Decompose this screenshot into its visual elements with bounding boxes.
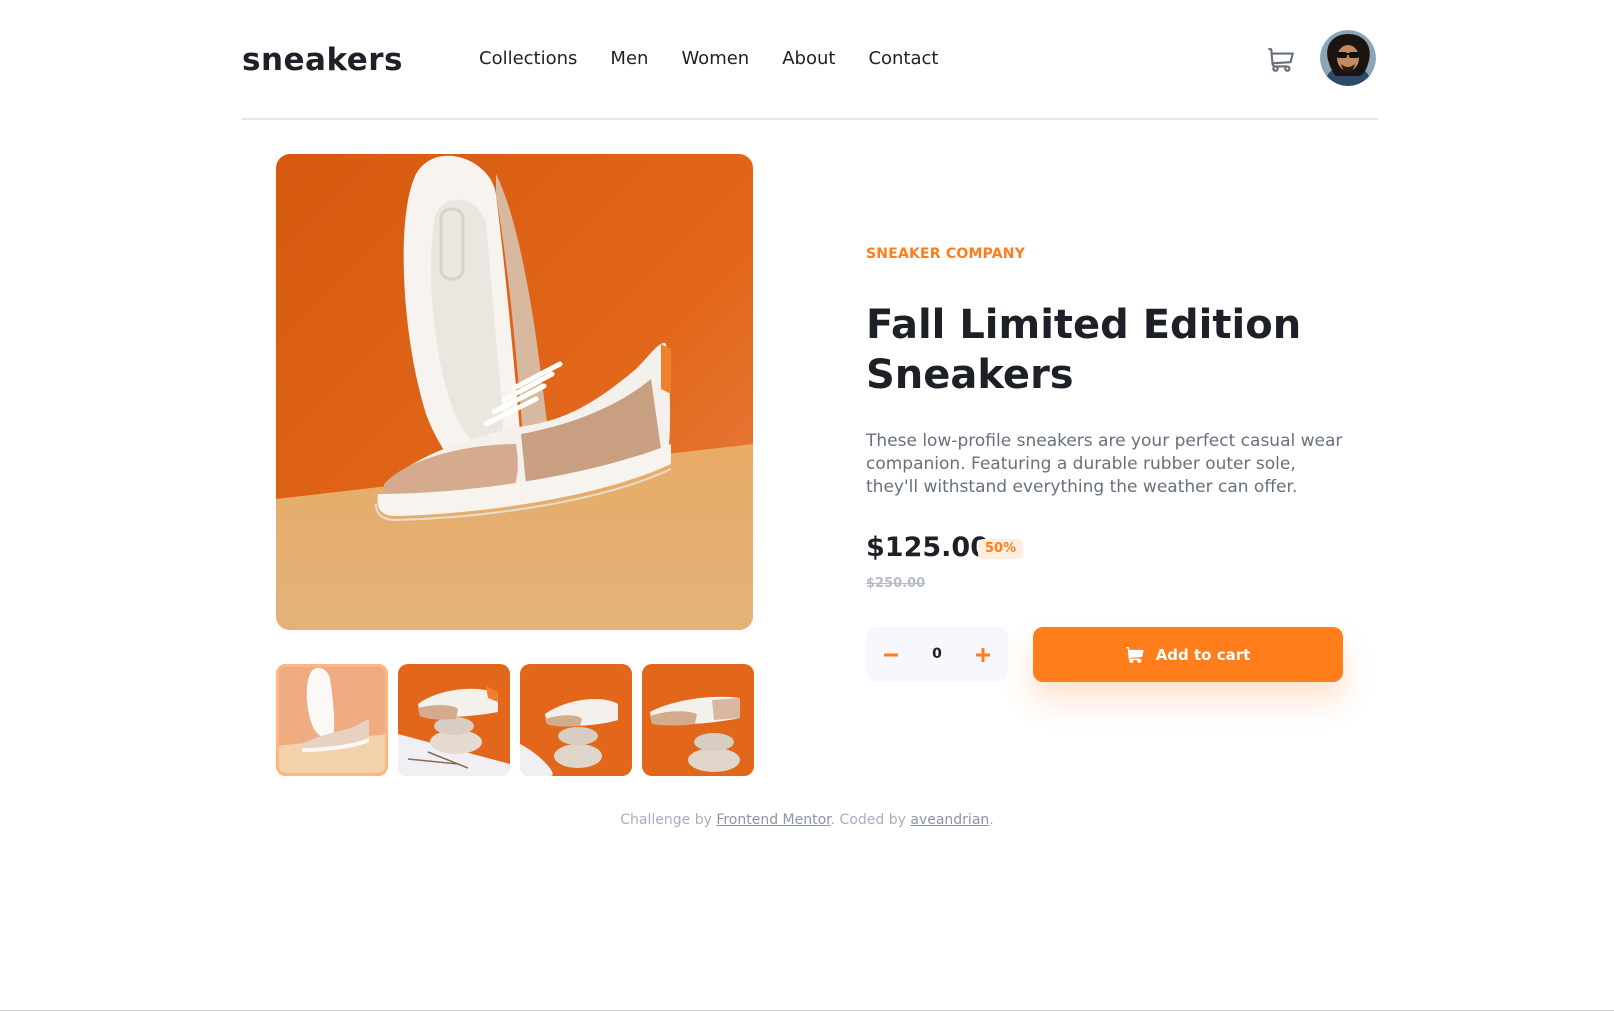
nav-collections[interactable]: Collections	[479, 48, 577, 69]
thumbnail-3[interactable]	[520, 664, 632, 776]
main-nav: Collections Men Women About Contact	[479, 48, 971, 69]
thumbnail-2-image	[398, 664, 510, 776]
quantity-stepper: 0	[866, 627, 1008, 682]
thumbnail-1[interactable]	[276, 664, 388, 776]
thumbnail-2[interactable]	[398, 664, 510, 776]
thumbnail-3-image	[520, 664, 632, 776]
minus-icon	[884, 653, 898, 656]
plus-icon	[976, 647, 990, 662]
thumbnail-4-image	[642, 664, 754, 776]
attribution: Challenge by Frontend Mentor. Coded by a…	[0, 812, 1614, 828]
frontend-mentor-link[interactable]: Frontend Mentor	[716, 812, 830, 828]
avatar[interactable]	[1320, 30, 1376, 86]
cart-icon	[1125, 646, 1144, 663]
nav-women[interactable]: Women	[681, 48, 749, 69]
thumbnail-gallery	[276, 664, 754, 776]
author-link[interactable]: aveandrian	[910, 812, 989, 828]
quantity-value[interactable]: 0	[916, 627, 958, 682]
logo[interactable]: sneakers	[242, 42, 403, 78]
attribution-prefix: Challenge by	[620, 812, 717, 828]
sneaker-main-illustration	[276, 154, 753, 630]
original-price: $250.00	[866, 576, 926, 591]
increase-quantity-button[interactable]	[962, 627, 1004, 682]
product-description: These low-profile sneakers are your perf…	[866, 431, 1343, 497]
decrease-quantity-button[interactable]	[870, 627, 912, 682]
thumbnail-1-image	[276, 664, 388, 776]
add-to-cart-button[interactable]: Add to cart	[1033, 627, 1343, 682]
product-title: Fall Limited Edition Sneakers	[866, 302, 1302, 398]
nav-men[interactable]: Men	[610, 48, 648, 69]
company-label: SNEAKER COMPANY	[866, 246, 1026, 262]
thumbnail-4[interactable]	[642, 664, 754, 776]
current-price: $125.00	[866, 532, 989, 563]
site-header: sneakers Collections Men Women About Con…	[242, 30, 1378, 120]
cart-icon[interactable]	[1268, 48, 1294, 72]
add-to-cart-label: Add to cart	[1155, 645, 1251, 664]
attribution-middle: . Coded by	[830, 812, 911, 828]
attribution-suffix: .	[989, 812, 994, 828]
nav-contact[interactable]: Contact	[868, 48, 938, 69]
avatar-image	[1320, 30, 1376, 86]
nav-about[interactable]: About	[782, 48, 835, 69]
discount-badge: 50%	[978, 539, 1024, 559]
product-main-image[interactable]	[276, 154, 753, 630]
